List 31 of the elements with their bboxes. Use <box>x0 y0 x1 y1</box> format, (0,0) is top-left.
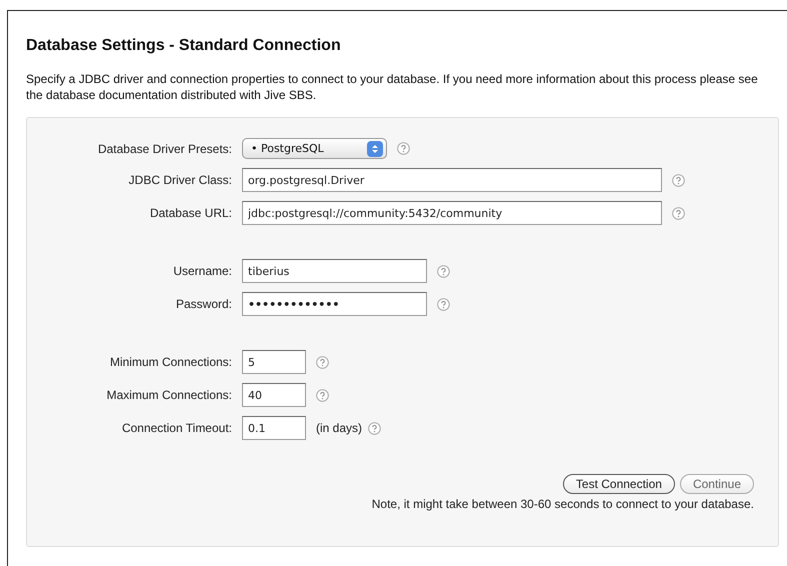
field-label: Database URL: <box>148 206 232 220</box>
driver-dropdown[interactable]: • PostgreSQL <box>242 138 387 159</box>
input-field[interactable]: org.postgresql.Driver <box>242 168 662 192</box>
description-text: Specify a JDBC driver and connection properties to connect to your database. If you need more information about this process please see the database documentation distributed with Jive SBS. <box>26 71 759 103</box>
input-field[interactable]: 5 <box>242 350 306 374</box>
field-label: Password: <box>174 297 232 311</box>
field-label: Database Driver Presets: <box>96 142 232 156</box>
field-label: Maximum Connections: <box>106 388 232 402</box>
help-icon[interactable] <box>672 206 685 220</box>
input-field[interactable]: 0.1 <box>242 416 306 440</box>
help-icon[interactable] <box>437 264 450 278</box>
input-field[interactable]: jdbc:postgresql://community:5432/community <box>242 201 662 225</box>
input-field[interactable]: tiberius <box>242 259 427 283</box>
unit-label: (in days) <box>316 421 362 435</box>
action-button[interactable]: Test Connection <box>562 474 675 494</box>
page-title: Database Settings - Standard Connection <box>26 37 342 55</box>
help-icon[interactable] <box>316 388 329 402</box>
input-field[interactable]: 40 <box>242 383 306 407</box>
action-button[interactable]: Continue <box>680 474 754 494</box>
help-icon[interactable] <box>316 356 329 368</box>
field-label: Username: <box>172 264 232 278</box>
note-text: Note, it might take between 30-60 seconds to connect to your database. <box>372 497 754 511</box>
help-icon[interactable] <box>397 142 410 155</box>
help-icon[interactable] <box>672 174 685 186</box>
password-field[interactable]: ••••••••••••• <box>242 292 427 316</box>
field-label: JDBC Driver Class: <box>128 173 232 187</box>
help-icon[interactable] <box>437 298 450 310</box>
help-icon[interactable] <box>368 422 382 434</box>
field-label: Connection Timeout: <box>120 421 232 435</box>
stepper-icon <box>367 140 383 156</box>
field-label: Minimum Connections: <box>108 355 232 369</box>
